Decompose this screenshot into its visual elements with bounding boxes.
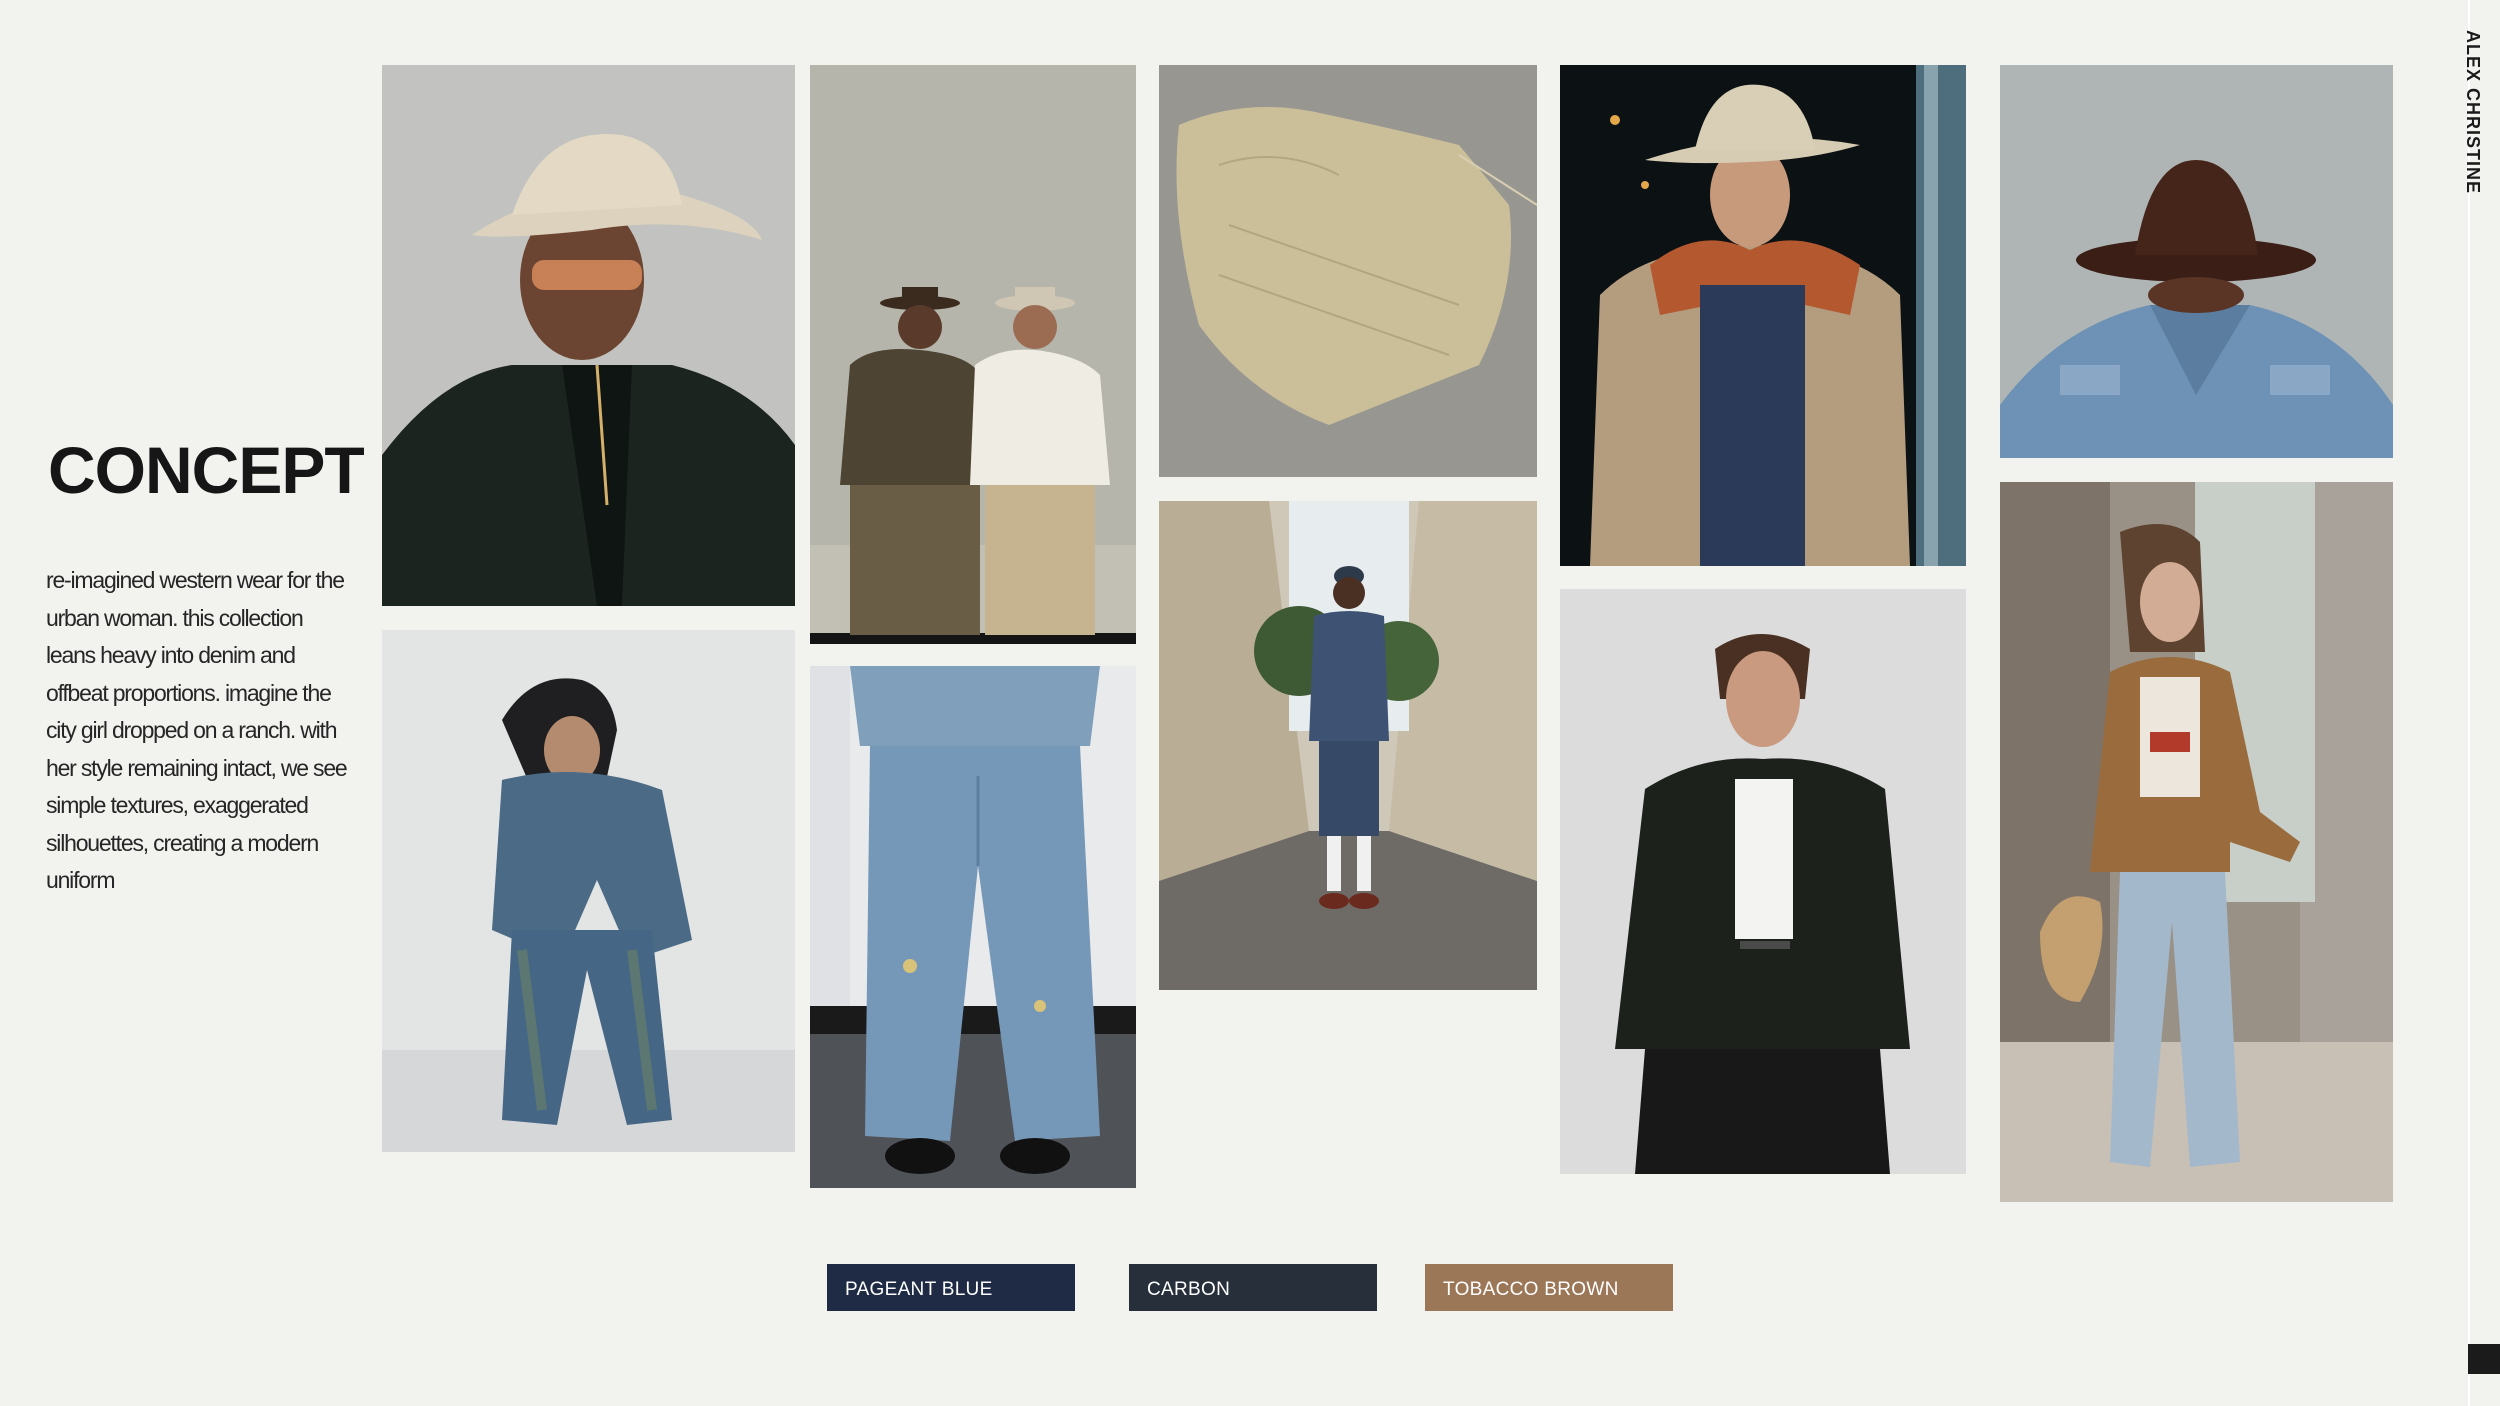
photo-quilted-vest — [1159, 65, 1537, 477]
page-title: CONCEPT — [48, 433, 365, 507]
right-divider — [2468, 0, 2470, 1406]
photo-man-ranch-jacket — [1560, 65, 1966, 566]
photo-denim-jacket-brown-hat — [2000, 65, 2393, 458]
photo-two-men-western-hats — [810, 65, 1136, 644]
photo-man-leather-jacket — [1560, 589, 1966, 1174]
corner-block — [2468, 1344, 2500, 1374]
photo-woman-denim-set — [382, 630, 795, 1152]
swatch-label: CARBON — [1147, 1279, 1231, 1300]
moodboard-slide: CONCEPT re-imagined western wear for the… — [0, 0, 2500, 1406]
swatch-label: TOBACCO BROWN — [1443, 1279, 1619, 1300]
photo-woman-suede-jacket — [2000, 482, 2393, 1202]
photo-man-straw-cowboy-hat — [382, 65, 795, 606]
swatch-carbon: CARBON — [1129, 1264, 1377, 1311]
concept-description: re-imagined western wear for the urban w… — [46, 567, 348, 893]
photo-man-street-denim — [1159, 501, 1537, 990]
swatch-label: PAGEANT BLUE — [845, 1279, 993, 1300]
swatch-tobacco-brown: TOBACCO BROWN — [1425, 1264, 1673, 1311]
photo-baggy-jeans — [810, 666, 1136, 1188]
designer-name: ALEX CHRISTINE — [2463, 30, 2483, 195]
swatch-pageant-blue: PAGEANT BLUE — [827, 1264, 1075, 1311]
